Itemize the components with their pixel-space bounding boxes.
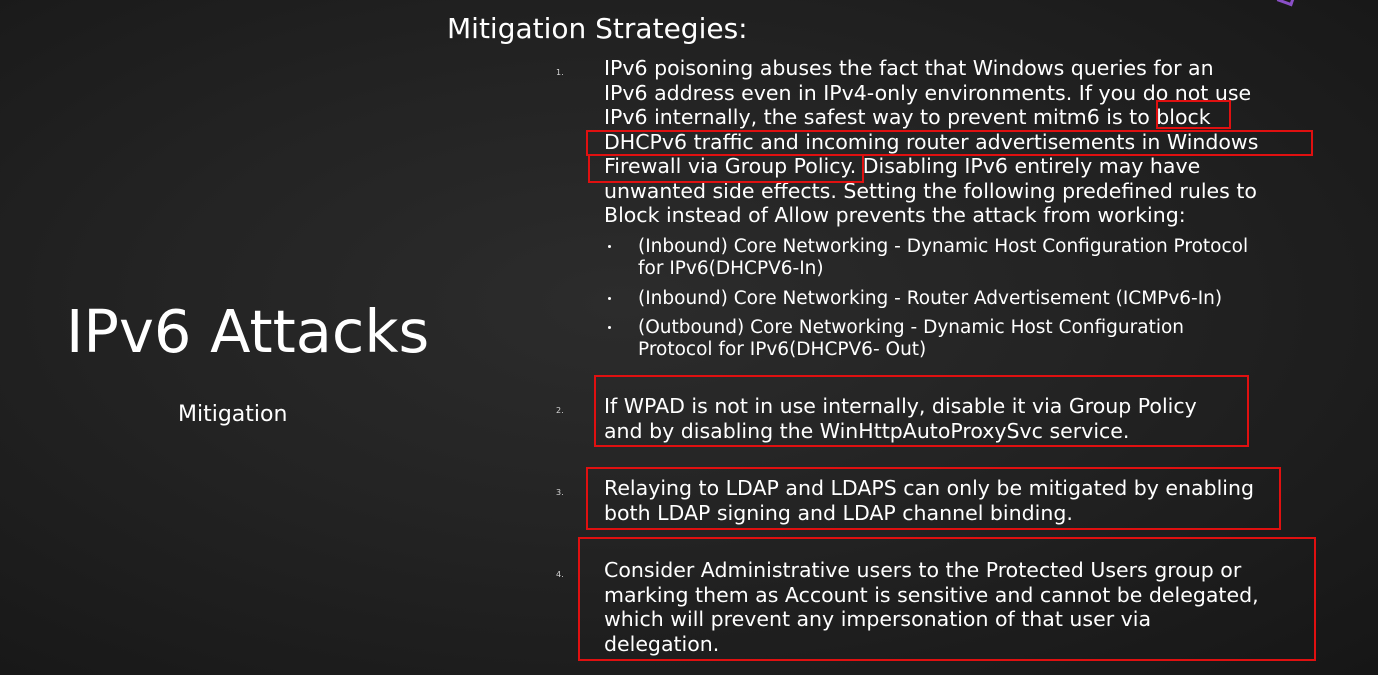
list-item-number: 1. [556, 68, 564, 77]
text-line: IPv6 poisoning abuses the fact that Wind… [604, 56, 1214, 80]
sub-item-line: (Outbound) Core Networking - Dynamic Hos… [638, 317, 1185, 338]
sub-list: (Inbound) Core Networking - Dynamic Host… [608, 236, 1248, 361]
sub-item-line: (Inbound) Core Networking - Dynamic Host… [638, 236, 1249, 257]
list-item-number: 3. [556, 488, 564, 497]
highlight-box [588, 154, 864, 183]
sub-list-item: (Inbound) Core Networking - Router Adver… [608, 288, 1248, 310]
bullet-icon [608, 326, 611, 329]
sub-item-line: Protocol for IPv6(DHCPV6- Out) [638, 339, 927, 360]
sub-item-line: (Inbound) Core Networking - Router Adver… [638, 288, 1223, 309]
text-line: Block instead of Allow prevents the atta… [604, 203, 1186, 227]
highlight-box [594, 375, 1249, 447]
list-item-number: 4. [556, 570, 564, 579]
bullet-icon [608, 245, 611, 248]
highlight-box [1156, 100, 1231, 129]
sub-list-item: (Outbound) Core Networking - Dynamic Hos… [608, 317, 1248, 361]
corner-accent-icon [1276, 0, 1296, 7]
highlight-box [586, 130, 1313, 156]
slide-title: IPv6 Attacks [66, 297, 430, 366]
list-item-number: 2. [556, 406, 564, 415]
bullet-icon [608, 297, 611, 300]
highlight-box [586, 467, 1281, 530]
highlight-box [578, 537, 1316, 661]
slide-subtitle: Mitigation [178, 402, 288, 427]
slide: IPv6 Attacks Mitigation Mitigation Strat… [0, 0, 1378, 675]
sub-list-item: (Inbound) Core Networking - Dynamic Host… [608, 236, 1248, 280]
section-heading: Mitigation Strategies: [447, 12, 748, 45]
sub-item-line: for IPv6(DHCPV6-In) [638, 258, 824, 279]
